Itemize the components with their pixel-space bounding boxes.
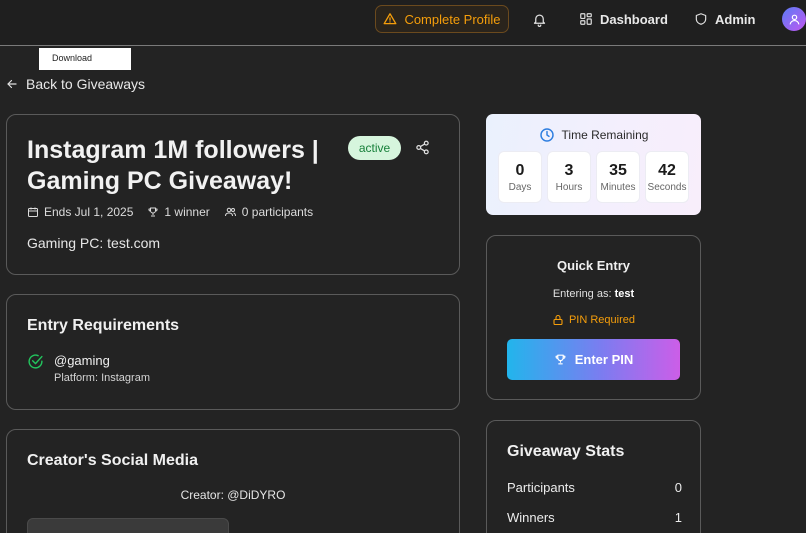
prize-description: Gaming PC: test.com <box>27 235 161 251</box>
winner-count: 1 winner <box>147 205 210 219</box>
calendar-icon <box>28 207 38 217</box>
arrow-left-icon <box>7 79 17 89</box>
countdown-value: 35 <box>609 162 627 179</box>
time-remaining-heading: Time Remaining <box>561 128 649 142</box>
user-icon <box>789 14 799 24</box>
complete-profile-button[interactable]: Complete Profile <box>375 5 509 33</box>
giveaway-stats-card: Giveaway Stats Participants 0 Winners 1 <box>486 420 701 533</box>
entering-username: test <box>614 288 635 300</box>
countdown-seconds: 42 Seconds <box>646 152 688 202</box>
pin-required-notice: PIN Required <box>487 314 700 326</box>
countdown-unit: Minutes <box>600 182 636 193</box>
creator-name: Creator: @DiDYRO <box>180 488 286 502</box>
creator-social-heading: Creator's Social Media <box>27 452 198 469</box>
requirement-platform: Platform: Instagram <box>54 372 150 384</box>
creator-social-card: Creator's Social Media Creator: @DiDYRO <box>6 429 460 533</box>
giveaway-details-card: Instagram 1M followers | Gaming PC Givea… <box>6 114 460 275</box>
stats-row-winners: Winners 1 <box>507 510 682 525</box>
trophy-icon <box>148 207 158 217</box>
quick-entry-heading: Quick Entry <box>557 258 630 273</box>
nav-admin[interactable]: Admin <box>694 9 755 29</box>
participant-count: 0 participants <box>224 205 313 219</box>
countdown-value: 42 <box>658 162 676 179</box>
giveaway-title: Instagram 1M followers | Gaming PC Givea… <box>27 136 319 195</box>
countdown-value: 0 <box>515 162 525 179</box>
countdown-unit: Days <box>508 182 532 193</box>
user-avatar[interactable] <box>782 7 806 31</box>
back-to-giveaways-link[interactable]: Back to Giveaways <box>6 74 145 94</box>
giveaway-stats-heading: Giveaway Stats <box>507 443 625 460</box>
entry-requirements-card: Entry Requirements @gaming Platform: Ins… <box>6 294 460 410</box>
nav-admin-label: Admin <box>715 11 756 27</box>
end-date-label: Ends Jul 1, 2025 <box>44 205 134 219</box>
countdown: 0 Days 3 Hours 35 Minutes 42 Seconds <box>499 152 688 202</box>
winner-count-label: 1 winner <box>164 205 210 219</box>
countdown-hours: 3 Hours <box>548 152 590 202</box>
end-date: Ends Jul 1, 2025 <box>27 205 133 219</box>
entering-as-label: Entering as: <box>552 288 612 300</box>
nav-dashboard-label: Dashboard <box>600 11 668 27</box>
countdown-unit: Seconds <box>647 182 687 193</box>
share-icon <box>416 140 429 155</box>
notifications-button[interactable] <box>530 10 548 28</box>
entry-requirements-heading: Entry Requirements <box>27 317 180 334</box>
warning-icon <box>383 13 397 25</box>
trophy-icon <box>555 354 566 365</box>
lock-icon <box>553 314 563 326</box>
participant-count-label: 0 participants <box>241 205 314 219</box>
social-link-button[interactable] <box>27 518 229 533</box>
countdown-value: 3 <box>564 162 574 179</box>
enter-pin-label: Enter PIN <box>574 352 634 367</box>
pin-required-label: PIN Required <box>568 314 636 326</box>
countdown-days: 0 Days <box>499 152 541 202</box>
nav-dashboard[interactable]: Dashboard <box>579 9 668 29</box>
bell-icon <box>533 14 545 27</box>
status-badge: active <box>348 136 401 160</box>
users-icon <box>224 207 236 217</box>
check-circle-icon <box>28 354 43 369</box>
stats-row-participants: Participants 0 <box>507 480 682 495</box>
back-link-label: Back to Giveaways <box>26 76 146 92</box>
stats-label: Participants <box>507 480 575 495</box>
requirement-handle: @gaming <box>54 353 110 368</box>
entering-as: Entering as: test <box>487 288 700 300</box>
stats-label: Winners <box>507 510 555 525</box>
clock-icon <box>539 128 554 142</box>
stats-value: 1 <box>674 510 682 525</box>
stats-value: 0 <box>674 480 682 495</box>
shield-icon <box>695 13 707 25</box>
dashboard-icon <box>580 13 592 25</box>
time-remaining-card: Time Remaining 0 Days 3 Hours 35 Minutes… <box>486 114 701 215</box>
countdown-minutes: 35 Minutes <box>597 152 639 202</box>
countdown-unit: Hours <box>555 182 583 193</box>
share-button[interactable] <box>415 140 431 156</box>
top-navbar: Complete Profile Dashboard Admin <box>0 0 806 46</box>
quick-entry-card: Quick Entry Entering as: test PIN Requir… <box>486 235 701 400</box>
requirement-item: @gaming Platform: Instagram <box>27 353 150 384</box>
complete-profile-label: Complete Profile <box>404 11 501 27</box>
time-remaining-header: Time Remaining <box>486 127 701 143</box>
giveaway-meta: Ends Jul 1, 2025 1 winner 0 participants <box>27 203 327 221</box>
enter-pin-button[interactable]: Enter PIN <box>507 339 680 380</box>
download-tooltip: Download <box>39 48 131 70</box>
